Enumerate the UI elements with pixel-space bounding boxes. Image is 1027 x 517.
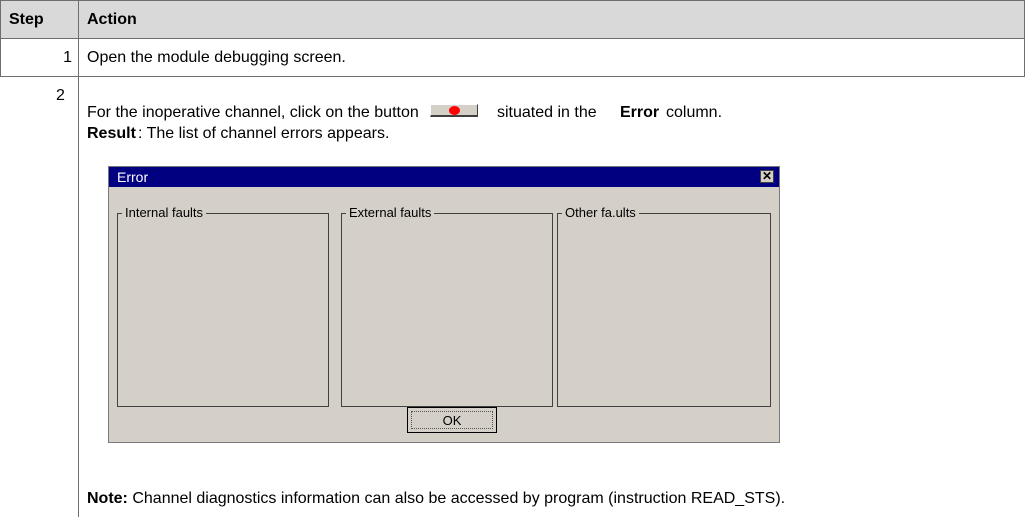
error-column-button[interactable] (430, 104, 478, 117)
external-faults-group: External faults (341, 205, 553, 407)
group-label: Internal faults (122, 205, 207, 220)
error-dialog: Error ✕ Internal faults External faults … (108, 166, 780, 443)
close-icon[interactable]: ✕ (760, 170, 774, 183)
result-text: : The list of channel errors appears. (138, 125, 390, 142)
header-step: Step (9, 11, 44, 28)
step-number: 2 (56, 87, 65, 104)
result-label: Result (87, 125, 136, 142)
instruction-table: Step Action 1 Open the module debugging … (0, 0, 1027, 517)
header-action: Action (87, 11, 137, 28)
step-action-text: situated in the (497, 104, 597, 121)
note-line: Note: Channel diagnostics information ca… (87, 490, 785, 508)
ok-button[interactable]: OK (407, 407, 497, 433)
group-label: External faults (346, 205, 435, 220)
table-header-row: Step Action (0, 0, 1025, 38)
ok-label: OK (411, 411, 493, 429)
dialog-title: Error (117, 169, 149, 185)
dialog-title-bar: Error ✕ (109, 167, 779, 187)
red-dot-icon (449, 106, 460, 115)
group-label: Other fa.ults (562, 205, 639, 220)
step-action-text: For the inoperative channel, click on th… (87, 104, 419, 121)
note-label: Note: (87, 490, 128, 507)
step-action-text: Open the module debugging screen. (87, 49, 346, 66)
note-text: Channel diagnostics information can also… (127, 490, 786, 507)
other-faults-group: Other fa.ults (557, 205, 771, 407)
internal-faults-group: Internal faults (117, 205, 329, 407)
error-column-name: Error (620, 104, 660, 121)
step-number: 1 (63, 49, 72, 66)
step-action-text: column. (666, 104, 723, 121)
